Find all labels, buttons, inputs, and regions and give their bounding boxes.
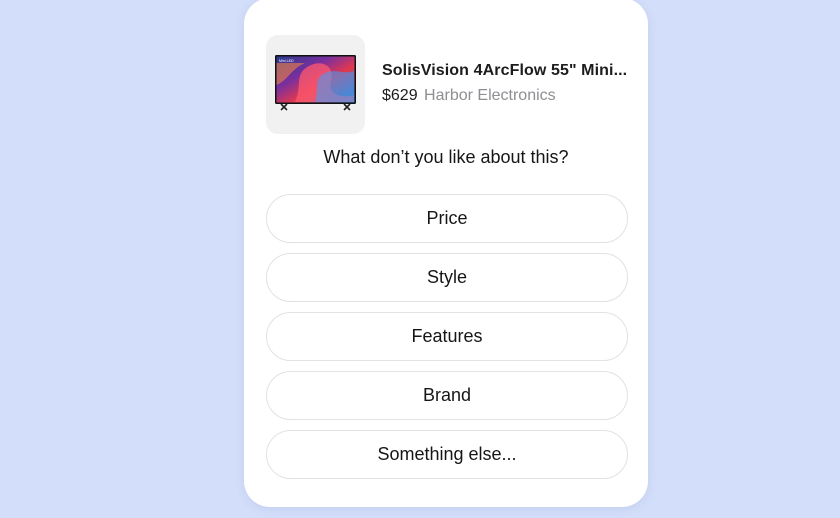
page-background: Mini LED SolisVision 4ArcFlow 55" Mini..… xyxy=(0,0,840,518)
option-style-button[interactable]: Style xyxy=(266,253,628,302)
product-thumbnail: Mini LED xyxy=(266,35,365,134)
option-brand-button[interactable]: Brand xyxy=(266,371,628,420)
feedback-question: What don’t you like about this? xyxy=(323,147,569,167)
option-price-button[interactable]: Price xyxy=(266,194,628,243)
price-row: $629 Harbor Electronics xyxy=(382,87,556,105)
option-something-else-button[interactable]: Something else... xyxy=(266,430,628,479)
tv-image-icon: Mini LED xyxy=(275,55,356,111)
product-summary: Mini LED SolisVision 4ArcFlow 55" Mini..… xyxy=(266,35,627,135)
product-name[interactable]: SolisVision 4ArcFlow 55" Mini... xyxy=(382,62,632,80)
feedback-card: Mini LED SolisVision 4ArcFlow 55" Mini..… xyxy=(244,0,648,507)
option-features-button[interactable]: Features xyxy=(266,312,628,361)
product-price: $629 xyxy=(382,87,418,104)
feedback-options: Price Style Features Brand Something els… xyxy=(266,194,628,489)
seller-name: Harbor Electronics xyxy=(424,87,556,104)
thumbnail-badge: Mini LED xyxy=(279,59,294,63)
